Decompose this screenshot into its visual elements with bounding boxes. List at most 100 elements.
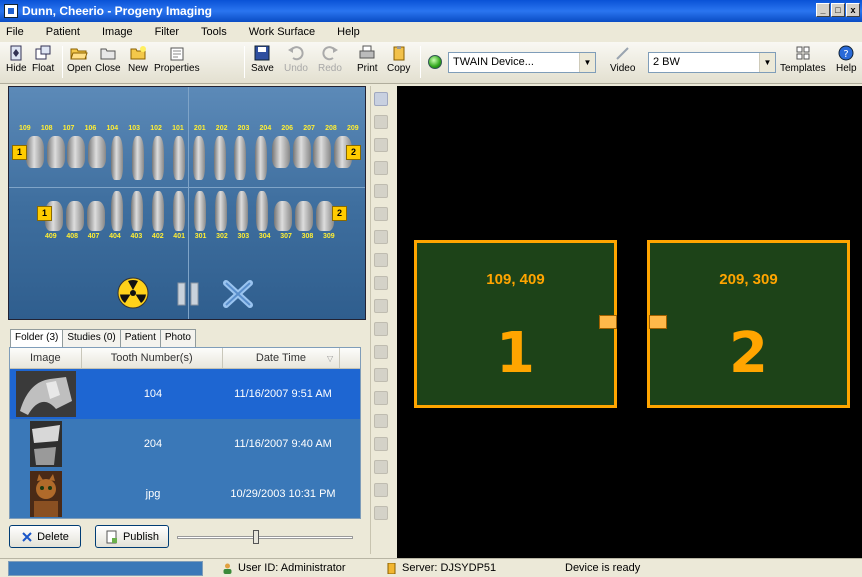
lower-tooth-number-401[interactable]: 401 [173,233,185,240]
zoom-in-icon[interactable] [373,138,388,152]
menu-help[interactable]: Help [337,26,360,38]
chevron-down-icon[interactable]: ▼ [759,53,775,72]
upper-tooth-number-107[interactable]: 107 [63,125,75,132]
delete-button[interactable]: Delete [9,525,81,548]
lower-tooth-number-302[interactable]: 302 [216,233,228,240]
mount-link-handle[interactable] [649,315,667,329]
device-select[interactable]: TWAIN Device... ▼ [448,52,596,73]
upper-tooth-number-204[interactable]: 204 [260,125,272,132]
scroll-down-icon[interactable] [373,506,388,520]
pause-icon[interactable] [176,281,200,307]
lower-tooth-301[interactable] [193,191,206,231]
mount-slot-1[interactable]: 109, 409 1 [414,240,617,408]
folder-row[interactable]: 204 11/16/2007 9:40 AM [10,419,360,469]
upper-tooth-number-109[interactable]: 109 [19,125,31,132]
sharpen-icon[interactable] [373,391,388,405]
upper-tooth-number-209[interactable]: 209 [347,125,359,132]
upper-tooth-204[interactable] [254,136,267,180]
redo-button[interactable]: Redo [318,45,342,74]
folder-row[interactable]: 104 11/16/2007 9:51 AM [10,369,360,419]
cancel-x-icon[interactable] [223,280,253,308]
work-surface[interactable]: 109, 409 1 209, 309 2 [397,86,862,558]
lower-tooth-407[interactable] [86,201,105,231]
lower-tooth-number-403[interactable]: 403 [131,233,143,240]
lower-tooth-402[interactable] [152,191,165,231]
measure-ruler-icon[interactable] [373,276,388,290]
float-button[interactable]: Float [32,45,54,74]
lower-tooth-number-404[interactable]: 404 [109,233,121,240]
pan-hand-icon[interactable] [373,230,388,244]
mount-marker-upper-right[interactable]: 2 [346,145,361,160]
upper-tooth-101[interactable] [172,136,185,180]
zoom-out-icon[interactable] [373,161,388,175]
upper-tooth-108[interactable] [46,136,65,168]
close-file-button[interactable]: Close [95,45,121,74]
close-image-icon[interactable] [373,115,388,129]
upper-tooth-number-102[interactable]: 102 [150,125,162,132]
upper-tooth-208[interactable] [313,136,332,168]
folder-row[interactable]: jpg 10/29/2003 10:31 PM [10,469,360,518]
lower-tooth-401[interactable] [173,191,186,231]
lower-tooth-307[interactable] [274,201,293,231]
upper-tooth-number-203[interactable]: 203 [238,125,250,132]
menu-image[interactable]: Image [102,26,133,38]
template-select[interactable]: 2 BW ▼ [648,52,776,73]
gamma-icon[interactable] [373,368,388,382]
lower-tooth-number-402[interactable]: 402 [152,233,164,240]
menu-patient[interactable]: Patient [46,26,80,38]
publish-button[interactable]: Publish [95,525,169,548]
upper-tooth-number-103[interactable]: 103 [128,125,140,132]
mount-marker-lower-left[interactable]: 1 [37,206,52,221]
mount-slot-2[interactable]: 209, 309 2 [647,240,850,408]
fit-view-icon[interactable] [373,92,388,106]
lower-tooth-302[interactable] [214,191,227,231]
column-date-time[interactable]: Date Time ▽ [223,348,341,368]
mount-marker-lower-right[interactable]: 2 [332,206,347,221]
zoom-slider-track[interactable] [177,536,353,539]
upper-tooth-number-206[interactable]: 206 [281,125,293,132]
save-button[interactable]: Save [251,45,274,74]
lower-tooth-number-303[interactable]: 303 [237,233,249,240]
lower-tooth-308[interactable] [295,201,314,231]
lower-tooth-number-309[interactable]: 309 [323,233,335,240]
upper-tooth-206[interactable] [272,136,291,168]
grid-icon[interactable] [373,460,388,474]
column-image[interactable]: Image [10,348,82,368]
upper-tooth-106[interactable] [87,136,106,168]
filter-funnel-icon[interactable] [373,437,388,451]
zoom-slider-thumb[interactable] [253,530,260,544]
lower-tooth-number-408[interactable]: 408 [66,233,78,240]
upper-tooth-202[interactable] [213,136,226,180]
tab-patient[interactable]: Patient [119,329,161,347]
lower-tooth-408[interactable] [65,201,84,231]
lower-tooth-number-409[interactable]: 409 [45,233,57,240]
menu-file[interactable]: File [6,26,24,38]
lower-tooth-number-301[interactable]: 301 [195,233,207,240]
tab-photo[interactable]: Photo [159,329,196,347]
lower-tooth-number-407[interactable]: 407 [88,233,100,240]
upper-tooth-number-201[interactable]: 201 [194,125,206,132]
undo-button[interactable]: Undo [284,45,308,74]
upper-tooth-104[interactable] [111,136,124,180]
lower-tooth-number-307[interactable]: 307 [280,233,292,240]
upper-tooth-107[interactable] [67,136,86,168]
templates-button[interactable]: Templates [780,45,826,74]
contrast-icon[interactable] [373,345,388,359]
mount-link-handle[interactable] [599,315,617,329]
upper-tooth-201[interactable] [193,136,206,180]
lower-tooth-number-304[interactable]: 304 [259,233,271,240]
menu-tools[interactable]: Tools [201,26,227,38]
properties-button[interactable]: Properties [154,45,200,74]
open-button[interactable]: Open [67,45,91,74]
upper-tooth-number-208[interactable]: 208 [325,125,337,132]
zoom-window-icon[interactable] [373,184,388,198]
upper-tooth-number-108[interactable]: 108 [41,125,53,132]
print-button[interactable]: Print [357,45,378,74]
lower-tooth-304[interactable] [256,191,269,231]
upper-tooth-102[interactable] [152,136,165,180]
copy-button[interactable]: Copy [387,45,410,74]
upper-tooth-number-106[interactable]: 106 [85,125,97,132]
menu-work-surface[interactable]: Work Surface [249,26,315,38]
upper-tooth-203[interactable] [234,136,247,180]
magnifier-icon[interactable] [373,207,388,221]
